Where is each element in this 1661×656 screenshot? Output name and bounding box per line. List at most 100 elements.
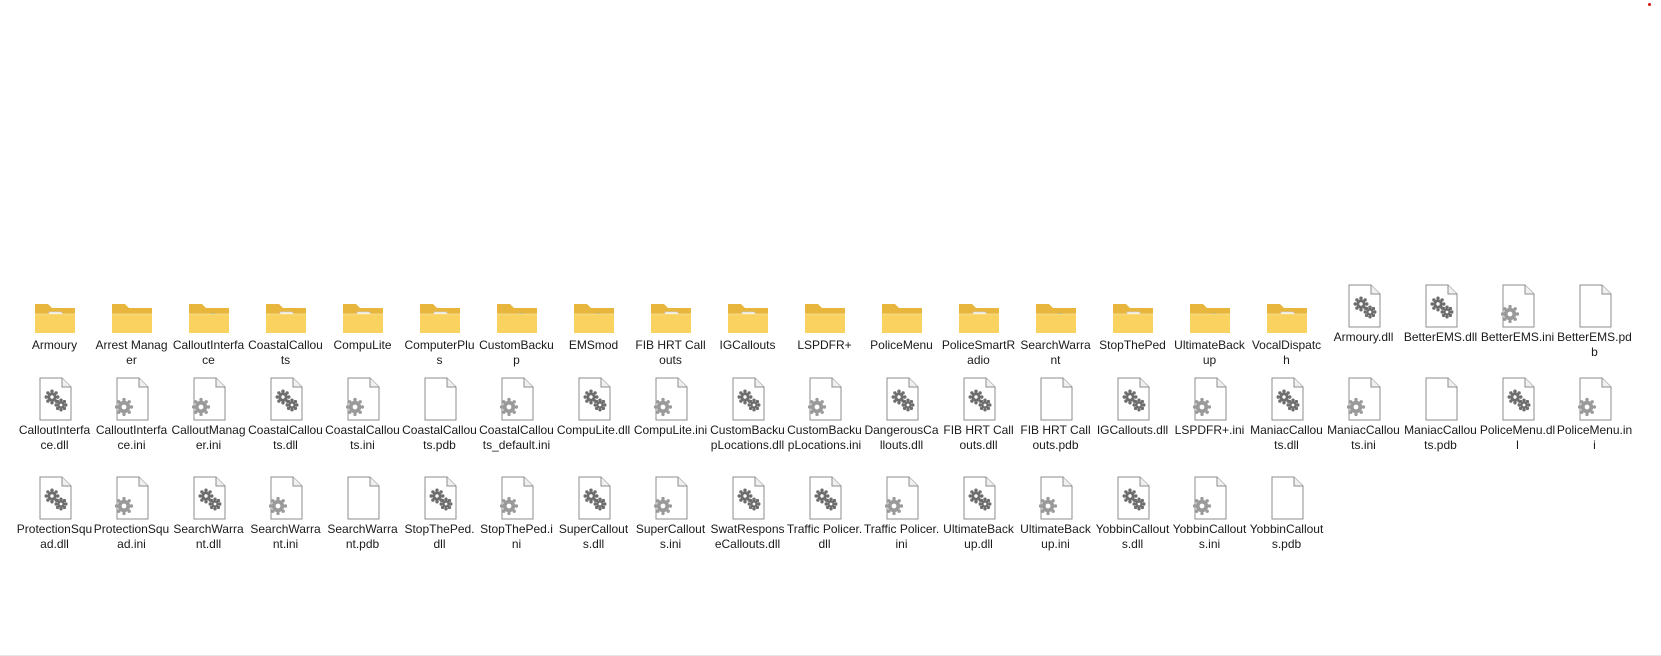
file-item[interactable]: DangerousCallouts.dll xyxy=(863,373,940,472)
item-label: ProtectionSquad.dll xyxy=(16,522,93,551)
file-item[interactable]: CustomBackupLocations.dll xyxy=(709,373,786,472)
file-item[interactable]: CoastalCallouts_default.ini xyxy=(478,373,555,472)
file-item[interactable]: StopThePed.ini xyxy=(478,472,555,571)
folder-icon xyxy=(872,292,932,336)
folder-item[interactable]: Arrest Manager xyxy=(93,292,170,373)
item-label: SearchWarrant.ini xyxy=(250,522,321,551)
item-label: UltimateBackup.dll xyxy=(943,522,1014,551)
file-item[interactable]: SearchWarrant.ini xyxy=(247,472,324,571)
file-item[interactable]: CalloutInterface.dll xyxy=(16,373,93,472)
file-item[interactable]: ManiacCallouts.ini xyxy=(1325,373,1402,472)
item-label: SuperCallouts.ini xyxy=(635,522,706,551)
icon-row: ProtectionSquad.dll ProtectionSquad.ini Se… xyxy=(16,472,1661,571)
file-item[interactable]: IGCallouts.dll xyxy=(1094,373,1171,472)
file-item[interactable]: SuperCallouts.dll xyxy=(555,472,632,571)
folder-item[interactable]: PoliceMenu xyxy=(863,292,940,373)
dll-settings-file-icon xyxy=(949,373,1009,421)
item-label: SwatResponseCallouts.dll xyxy=(710,522,785,551)
file-item[interactable]: CoastalCallouts.ini xyxy=(324,373,401,472)
dll-settings-file-icon xyxy=(949,472,1009,520)
folder-item[interactable]: CoastalCallouts xyxy=(247,292,324,373)
folder-item[interactable]: LSPDFR+ xyxy=(786,292,863,373)
file-item[interactable]: CoastalCallouts.dll xyxy=(247,373,324,472)
file-item[interactable]: PoliceMenu.ini xyxy=(1556,373,1633,472)
file-item[interactable]: UltimateBackup.ini xyxy=(1017,472,1094,571)
file-item[interactable]: CoastalCallouts.pdb xyxy=(401,373,478,472)
file-item[interactable]: CustomBackupLocations.ini xyxy=(786,373,863,472)
file-item[interactable]: SearchWarrant.dll xyxy=(170,472,247,571)
item-label: ManiacCallouts.ini xyxy=(1327,423,1400,452)
folder-item[interactable]: ComputerPlus xyxy=(401,292,478,373)
ini-settings-file-icon xyxy=(1026,472,1086,520)
folder-item[interactable]: VocalDispatch xyxy=(1248,292,1325,373)
item-label: CoastalCallouts.ini xyxy=(325,423,400,452)
file-item[interactable]: BetterEMS.pdb xyxy=(1556,284,1633,373)
file-item[interactable]: CompuLite.dll xyxy=(555,373,632,472)
folder-item[interactable]: StopThePed xyxy=(1094,292,1171,373)
dll-settings-file-icon xyxy=(1334,284,1394,328)
folder-item[interactable]: IGCallouts xyxy=(709,292,786,373)
file-item[interactable]: Traffic Policer.ini xyxy=(863,472,940,571)
file-item[interactable]: CompuLite.ini xyxy=(632,373,709,472)
item-label: ProtectionSquad.ini xyxy=(93,522,170,551)
file-item[interactable]: StopThePed.dll xyxy=(401,472,478,571)
file-item[interactable]: UltimateBackup.dll xyxy=(940,472,1017,571)
folder-icon xyxy=(256,292,316,336)
file-item[interactable]: YobbinCallouts.pdb xyxy=(1248,472,1325,571)
ini-settings-file-icon xyxy=(179,373,239,421)
file-item[interactable]: FIB HRT Callouts.dll xyxy=(940,373,1017,472)
blank-file-icon xyxy=(1257,472,1317,520)
file-item[interactable]: ProtectionSquad.dll xyxy=(16,472,93,571)
dll-settings-file-icon xyxy=(564,373,624,421)
file-item[interactable]: FIB HRT Callouts.pdb xyxy=(1017,373,1094,472)
file-item[interactable]: SuperCallouts.ini xyxy=(632,472,709,571)
item-label: CoastalCallouts.pdb xyxy=(402,423,477,452)
folder-item[interactable]: PoliceSmartRadio xyxy=(940,292,1017,373)
folder-icon xyxy=(564,292,624,336)
item-label: FIB HRT Callouts.pdb xyxy=(1020,423,1091,452)
file-item[interactable]: PoliceMenu.dll xyxy=(1479,373,1556,472)
folder-icon xyxy=(410,292,470,336)
file-item[interactable]: ProtectionSquad.ini xyxy=(93,472,170,571)
folder-item[interactable]: FIB HRT Callouts xyxy=(632,292,709,373)
item-label: BetterEMS.ini xyxy=(1480,330,1555,344)
folder-item[interactable]: Armoury xyxy=(16,292,93,373)
file-item[interactable]: BetterEMS.dll xyxy=(1402,284,1479,373)
file-item[interactable]: Armoury.dll xyxy=(1325,284,1402,373)
ini-settings-file-icon xyxy=(102,373,162,421)
item-label: BetterEMS.dll xyxy=(1403,330,1478,344)
file-item[interactable]: LSPDFR+.ini xyxy=(1171,373,1248,472)
folder-item[interactable]: SearchWarrant xyxy=(1017,292,1094,373)
folder-item[interactable]: EMSmod xyxy=(555,292,632,373)
file-item[interactable]: BetterEMS.ini xyxy=(1479,284,1556,373)
item-label: FIB HRT Callouts.dll xyxy=(943,423,1014,452)
ini-settings-file-icon xyxy=(333,373,393,421)
item-label: CoastalCallouts_default.ini xyxy=(479,423,554,452)
file-item[interactable]: CalloutManager.ini xyxy=(170,373,247,472)
file-item[interactable]: ManiacCallouts.pdb xyxy=(1402,373,1479,472)
folder-item[interactable]: CalloutInterface xyxy=(170,292,247,373)
file-item[interactable]: YobbinCallouts.ini xyxy=(1171,472,1248,571)
item-label: CustomBackup xyxy=(479,338,554,367)
file-item[interactable]: YobbinCallouts.dll xyxy=(1094,472,1171,571)
folder-icon xyxy=(333,292,393,336)
file-item[interactable]: ManiacCallouts.dll xyxy=(1248,373,1325,472)
file-item[interactable]: SwatResponseCallouts.dll xyxy=(709,472,786,571)
ini-settings-file-icon xyxy=(1334,373,1394,421)
item-label: CompuLite.ini xyxy=(633,423,708,437)
folder-icon xyxy=(641,292,701,336)
folder-item[interactable]: UltimateBackup xyxy=(1171,292,1248,373)
item-label: StopThePed.dll xyxy=(404,522,475,551)
folder-item[interactable]: CompuLite xyxy=(324,292,401,373)
item-label: UltimateBackup xyxy=(1174,338,1245,367)
folder-icon xyxy=(25,292,85,336)
blank-file-icon xyxy=(1411,373,1471,421)
folder-icon xyxy=(487,292,547,336)
item-label: Armoury xyxy=(31,338,78,352)
folder-icon xyxy=(179,292,239,336)
item-label: ManiacCallouts.dll xyxy=(1250,423,1323,452)
file-item[interactable]: CalloutInterface.ini xyxy=(93,373,170,472)
file-item[interactable]: SearchWarrant.pdb xyxy=(324,472,401,571)
file-item[interactable]: Traffic Policer.dll xyxy=(786,472,863,571)
folder-item[interactable]: CustomBackup xyxy=(478,292,555,373)
